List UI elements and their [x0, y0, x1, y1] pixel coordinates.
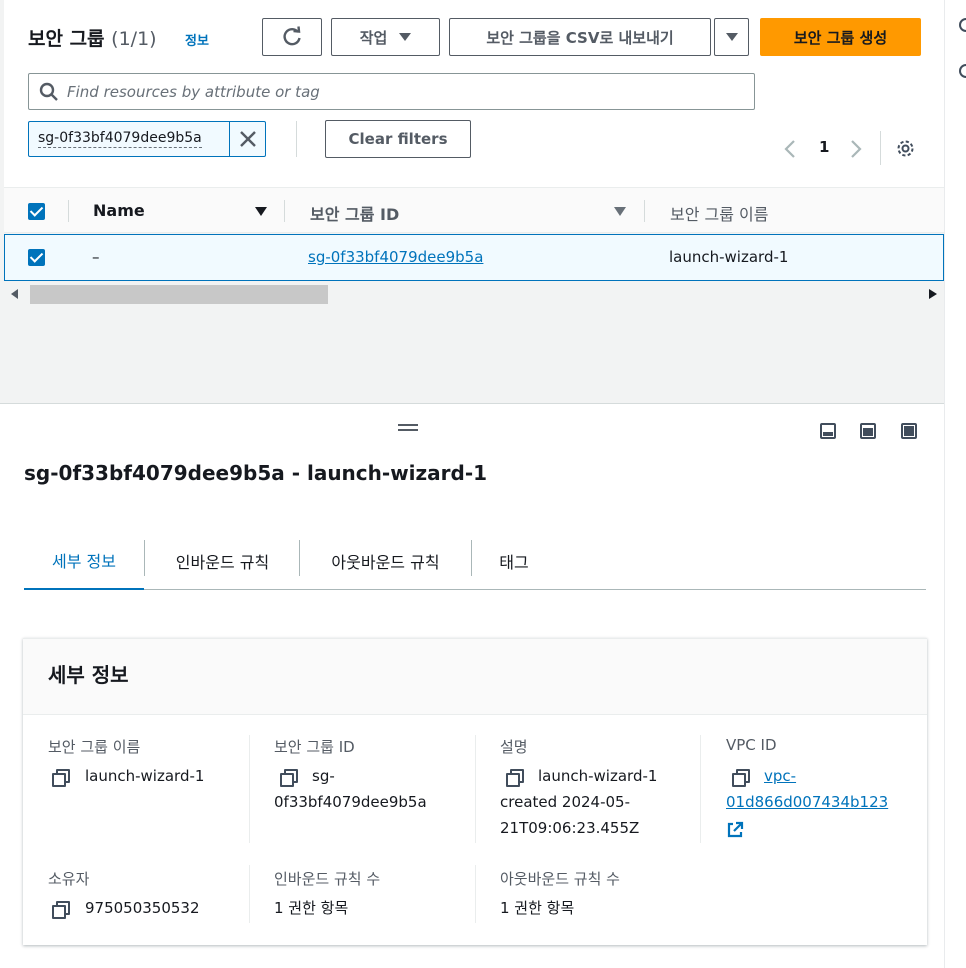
panel-side-icon[interactable]	[860, 423, 876, 439]
tab-inbound-rules[interactable]: 인바운드 규칙	[145, 532, 300, 590]
tab-tags[interactable]: 태그	[472, 532, 556, 590]
details-card-title: 세부 정보	[48, 663, 129, 687]
divider	[68, 200, 69, 222]
tab-details[interactable]: 세부 정보	[24, 532, 144, 590]
export-csv-button[interactable]: 보안 그룹을 CSV로 내보내기	[449, 18, 711, 56]
page-title-text: 보안 그룹	[28, 28, 105, 50]
panel-full-icon[interactable]	[901, 423, 917, 439]
group-id-label: 보안 그룹 ID	[274, 738, 355, 756]
split-panel-resize-handle[interactable]	[398, 423, 418, 433]
description-value-line3: 21T09:06:23.455Z	[500, 819, 640, 837]
owner-label: 소유자	[48, 870, 90, 888]
vpc-id-link-line1[interactable]: vpc-	[764, 763, 796, 789]
close-icon	[240, 131, 256, 147]
column-header-name[interactable]: Name	[93, 201, 145, 220]
vpc-id-text[interactable]: vpc-	[764, 767, 796, 785]
create-label: 보안 그룹 생성	[793, 28, 888, 47]
column-header-group-id[interactable]: 보안 그룹 ID	[310, 201, 399, 225]
outbound-count-value: 1 권한 항목	[500, 899, 575, 917]
details-card-header: 세부 정보	[23, 639, 927, 715]
right-panel-strip	[944, 0, 966, 968]
table-row[interactable]: – sg-0f33bf4079dee9b5a launch-wizard-1	[4, 234, 944, 281]
group-id-value-line1: sg-	[312, 767, 335, 785]
row-group-name: launch-wizard-1	[669, 248, 789, 266]
sort-icon[interactable]	[255, 207, 267, 216]
info-icon[interactable]	[959, 18, 966, 32]
external-link-icon[interactable]	[726, 821, 744, 839]
chevron-right-icon[interactable]	[849, 139, 863, 159]
divider	[249, 735, 250, 843]
scrollbar-thumb[interactable]	[30, 285, 328, 304]
tab-outbound-rules[interactable]: 아웃바운드 규칙	[300, 532, 471, 590]
security-groups-list-panel: 보안 그룹 (1/1) 정보 작업 보안 그룹을 CSV로 내보내기 보안 그룹…	[0, 0, 944, 404]
clear-filters-label: Clear filters	[348, 130, 448, 148]
selection-count: (1/1)	[111, 28, 157, 50]
divider	[249, 865, 250, 923]
row-group-id-link[interactable]: sg-0f33bf4079dee9b5a	[308, 248, 483, 266]
divider	[475, 865, 476, 923]
search-input[interactable]	[67, 80, 667, 104]
actions-dropdown[interactable]: 작업	[331, 18, 440, 56]
gear-icon[interactable]	[895, 138, 916, 159]
feedback-icon[interactable]	[959, 64, 966, 78]
group-name-value: launch-wizard-1	[85, 767, 205, 785]
filter-token: sg-0f33bf4079dee9b5a	[28, 121, 266, 157]
copy-icon[interactable]	[732, 769, 750, 787]
row-name: –	[92, 248, 100, 266]
search-field[interactable]	[28, 73, 755, 110]
description-label: 설명	[500, 738, 528, 756]
select-all-checkbox[interactable]	[28, 203, 45, 220]
horizontal-scrollbar[interactable]	[4, 283, 944, 305]
caret-down-icon	[399, 33, 412, 41]
row-checkbox[interactable]	[28, 249, 45, 266]
description-value-line1: launch-wizard-1	[538, 767, 658, 785]
divider	[700, 735, 701, 843]
copy-icon[interactable]	[280, 769, 298, 787]
search-icon	[39, 82, 58, 101]
refresh-icon	[283, 26, 301, 46]
info-link[interactable]: 정보	[185, 30, 209, 49]
actions-label: 작업	[359, 28, 388, 47]
vpc-id-label: VPC ID	[726, 736, 777, 754]
description-value-line2: created 2024-05-	[500, 793, 630, 811]
group-id-value-line2: 0f33bf4079dee9b5a	[274, 793, 427, 811]
refresh-button[interactable]	[262, 18, 322, 56]
vpc-id-text[interactable]: 01d866d007434b123	[726, 793, 888, 811]
page-title: 보안 그룹 (1/1)	[28, 24, 157, 51]
vpc-id-link-line2[interactable]: 01d866d007434b123	[726, 789, 888, 815]
detail-title: sg-0f33bf4079dee9b5a - launch-wizard-1	[24, 461, 488, 485]
copy-icon[interactable]	[506, 769, 524, 787]
export-options-dropdown[interactable]	[714, 18, 749, 56]
clear-filters-button[interactable]: Clear filters	[325, 120, 471, 158]
sort-icon[interactable]	[614, 207, 626, 216]
details-card: 세부 정보 보안 그룹 이름 launch-wizard-1 보안 그룹 ID …	[23, 638, 927, 945]
export-csv-label: 보안 그룹을 CSV로 내보내기	[486, 28, 674, 47]
divider	[880, 131, 881, 165]
scroll-right-icon[interactable]	[929, 289, 937, 299]
copy-icon[interactable]	[52, 901, 70, 919]
divider	[296, 121, 297, 157]
caret-down-icon	[725, 33, 738, 41]
group-name-label: 보안 그룹 이름	[48, 738, 141, 756]
inbound-count-label: 인바운드 규칙 수	[274, 870, 381, 888]
filter-token-label[interactable]: sg-0f33bf4079dee9b5a	[38, 129, 202, 148]
table-header-row: Name 보안 그룹 ID 보안 그룹 이름	[4, 187, 944, 233]
chevron-left-icon[interactable]	[783, 139, 797, 159]
remove-filter-button[interactable]	[229, 122, 266, 156]
inbound-count-value: 1 권한 항목	[274, 899, 349, 917]
owner-value: 975050350532	[85, 899, 200, 917]
current-page[interactable]: 1	[819, 138, 829, 156]
column-header-group-name[interactable]: 보안 그룹 이름	[670, 201, 769, 225]
detail-tabs: 세부 정보 인바운드 규칙 아웃바운드 규칙 태그	[24, 532, 926, 590]
outbound-count-label: 아웃바운드 규칙 수	[500, 870, 620, 888]
copy-icon[interactable]	[52, 769, 70, 787]
scroll-left-icon[interactable]	[11, 289, 19, 299]
panel-bottom-icon[interactable]	[820, 423, 836, 439]
divider	[644, 200, 645, 222]
divider	[475, 735, 476, 843]
divider	[284, 200, 285, 222]
create-security-group-button[interactable]: 보안 그룹 생성	[760, 18, 921, 56]
